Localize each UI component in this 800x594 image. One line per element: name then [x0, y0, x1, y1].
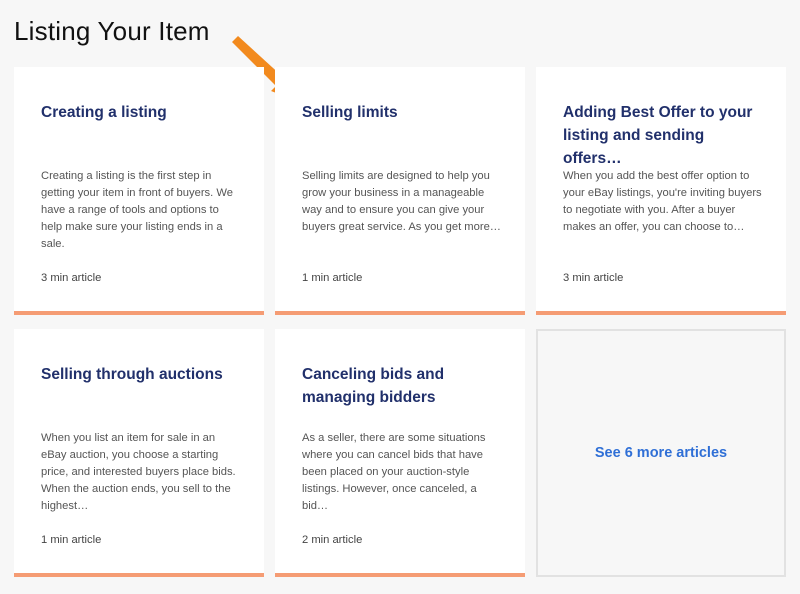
article-description: Creating a listing is the first step in …	[41, 170, 233, 250]
article-title-link[interactable]: Adding Best Offer to your listing and se…	[563, 101, 764, 170]
article-card-best-offer[interactable]: Adding Best Offer to your listing and se…	[536, 67, 786, 315]
article-card-selling-limits[interactable]: Selling limits Selling limits are design…	[275, 67, 525, 315]
article-read-time: 3 min article	[563, 272, 624, 284]
article-read-time: 1 min article	[41, 534, 102, 546]
article-description: When you add the best offer option to yo…	[563, 170, 762, 233]
article-read-time: 1 min article	[302, 272, 363, 284]
article-description: Selling limits are designed to help you …	[302, 170, 501, 233]
article-card-canceling-bids[interactable]: Canceling bids and managing bidders As a…	[275, 329, 525, 577]
article-description: When you list an item for sale in an eBa…	[41, 432, 236, 512]
see-more-articles-link[interactable]: See 6 more articles	[595, 445, 727, 461]
article-title-link[interactable]: Selling limits	[302, 101, 503, 124]
article-card-selling-through-auctions[interactable]: Selling through auctions When you list a…	[14, 329, 264, 577]
article-read-time: 3 min article	[41, 272, 102, 284]
article-description: As a seller, there are some situations w…	[302, 432, 486, 512]
article-title-link[interactable]: Creating a listing	[41, 101, 242, 124]
article-title-link[interactable]: Selling through auctions	[41, 363, 242, 386]
article-read-time: 2 min article	[302, 534, 363, 546]
page-title: Listing Your Item	[14, 16, 210, 46]
see-more-articles-card[interactable]: See 6 more articles	[536, 329, 786, 577]
article-card-creating-a-listing[interactable]: Creating a listing Creating a listing is…	[14, 67, 264, 315]
article-title-link[interactable]: Canceling bids and managing bidders	[302, 363, 503, 409]
